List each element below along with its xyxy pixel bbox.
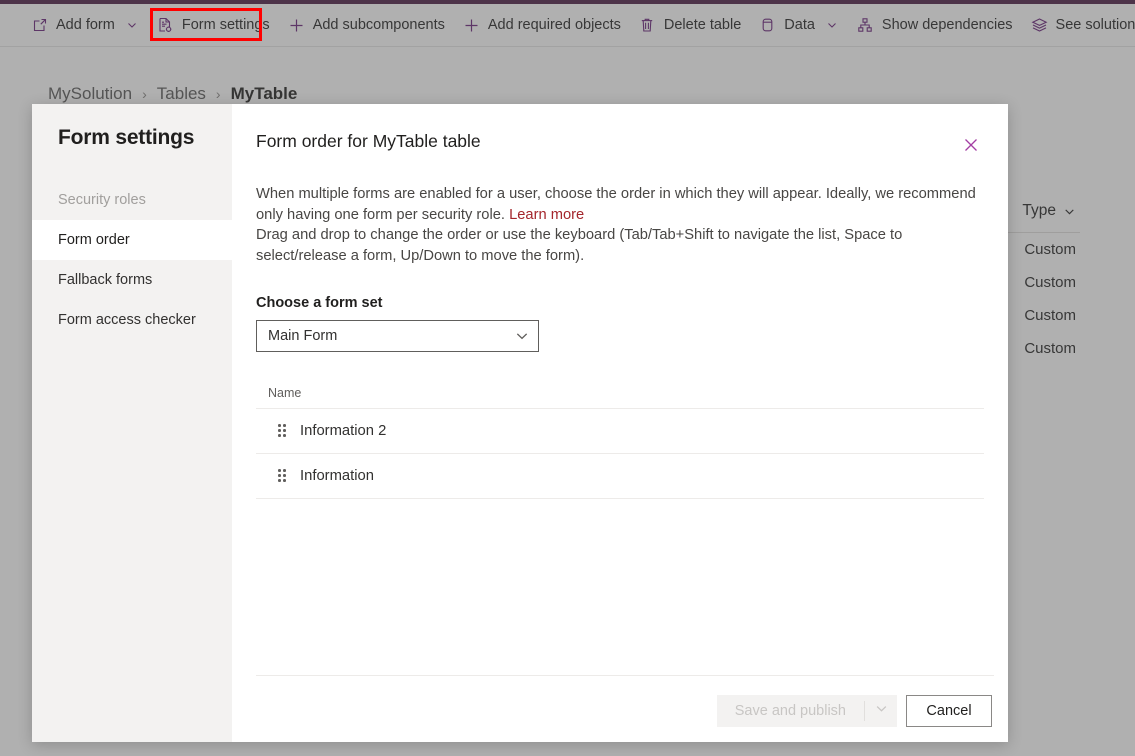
- list-item-label: Information: [300, 468, 375, 484]
- dialog-footer: Save and publish Cancel: [716, 695, 992, 727]
- close-button[interactable]: [954, 130, 988, 160]
- dialog-header: Form order for MyTable table: [256, 104, 992, 160]
- app-page: Add form Form settings Add subcomponents…: [0, 0, 1135, 756]
- cancel-button-label: Cancel: [926, 703, 972, 719]
- dialog-title: Form order for MyTable table: [256, 131, 481, 151]
- save-and-publish-menu-button: [865, 695, 897, 727]
- sidebar-item-label: Security roles: [58, 192, 146, 208]
- dialog-sidebar: Form settings Security roles Form order …: [32, 104, 232, 742]
- drag-handle-icon[interactable]: [278, 424, 286, 438]
- form-set-selected-value: Main Form: [268, 328, 338, 344]
- list-item-label: Information 2: [300, 423, 387, 439]
- sidebar-item-security-roles: Security roles: [32, 180, 232, 220]
- sidebar-item-fallback-forms[interactable]: Fallback forms: [32, 260, 232, 300]
- dialog-description: When multiple forms are enabled for a us…: [256, 184, 976, 266]
- close-icon: [962, 136, 980, 154]
- chevron-down-icon[interactable]: [515, 329, 529, 343]
- chevron-down-icon: [875, 702, 888, 720]
- description-paragraph-2: Drag and drop to change the order or use…: [256, 227, 903, 264]
- save-and-publish-split-button: Save and publish: [716, 695, 897, 727]
- cancel-button[interactable]: Cancel: [906, 695, 992, 727]
- dialog-sidebar-title: Form settings: [58, 126, 195, 149]
- learn-more-link[interactable]: Learn more: [509, 207, 584, 223]
- list-item[interactable]: Information 2: [256, 409, 984, 453]
- sidebar-item-form-order[interactable]: Form order: [32, 220, 232, 260]
- dialog-footer-divider: [256, 675, 994, 676]
- form-set-label: Choose a form set: [256, 295, 383, 311]
- drag-handle-icon[interactable]: [278, 469, 286, 483]
- sidebar-item-form-access-checker[interactable]: Form access checker: [32, 300, 232, 340]
- form-settings-dialog: Form settings Security roles Form order …: [32, 104, 1008, 742]
- column-header-name: Name: [268, 386, 302, 400]
- save-and-publish-label: Save and publish: [734, 703, 846, 719]
- sidebar-item-label: Form order: [58, 232, 130, 248]
- form-order-list-header: Name: [256, 378, 984, 408]
- form-set-dropdown[interactable]: Main Form: [256, 320, 539, 352]
- list-divider: [256, 498, 984, 499]
- dialog-content: Form order for MyTable table When multip…: [232, 104, 1008, 742]
- form-order-list: Name Information 2 Information: [256, 378, 984, 499]
- sidebar-item-label: Form access checker: [58, 312, 196, 328]
- sidebar-item-label: Fallback forms: [58, 272, 153, 288]
- save-and-publish-button: Save and publish: [717, 695, 864, 727]
- list-item[interactable]: Information: [256, 454, 984, 498]
- description-paragraph-1: When multiple forms are enabled for a us…: [256, 186, 976, 223]
